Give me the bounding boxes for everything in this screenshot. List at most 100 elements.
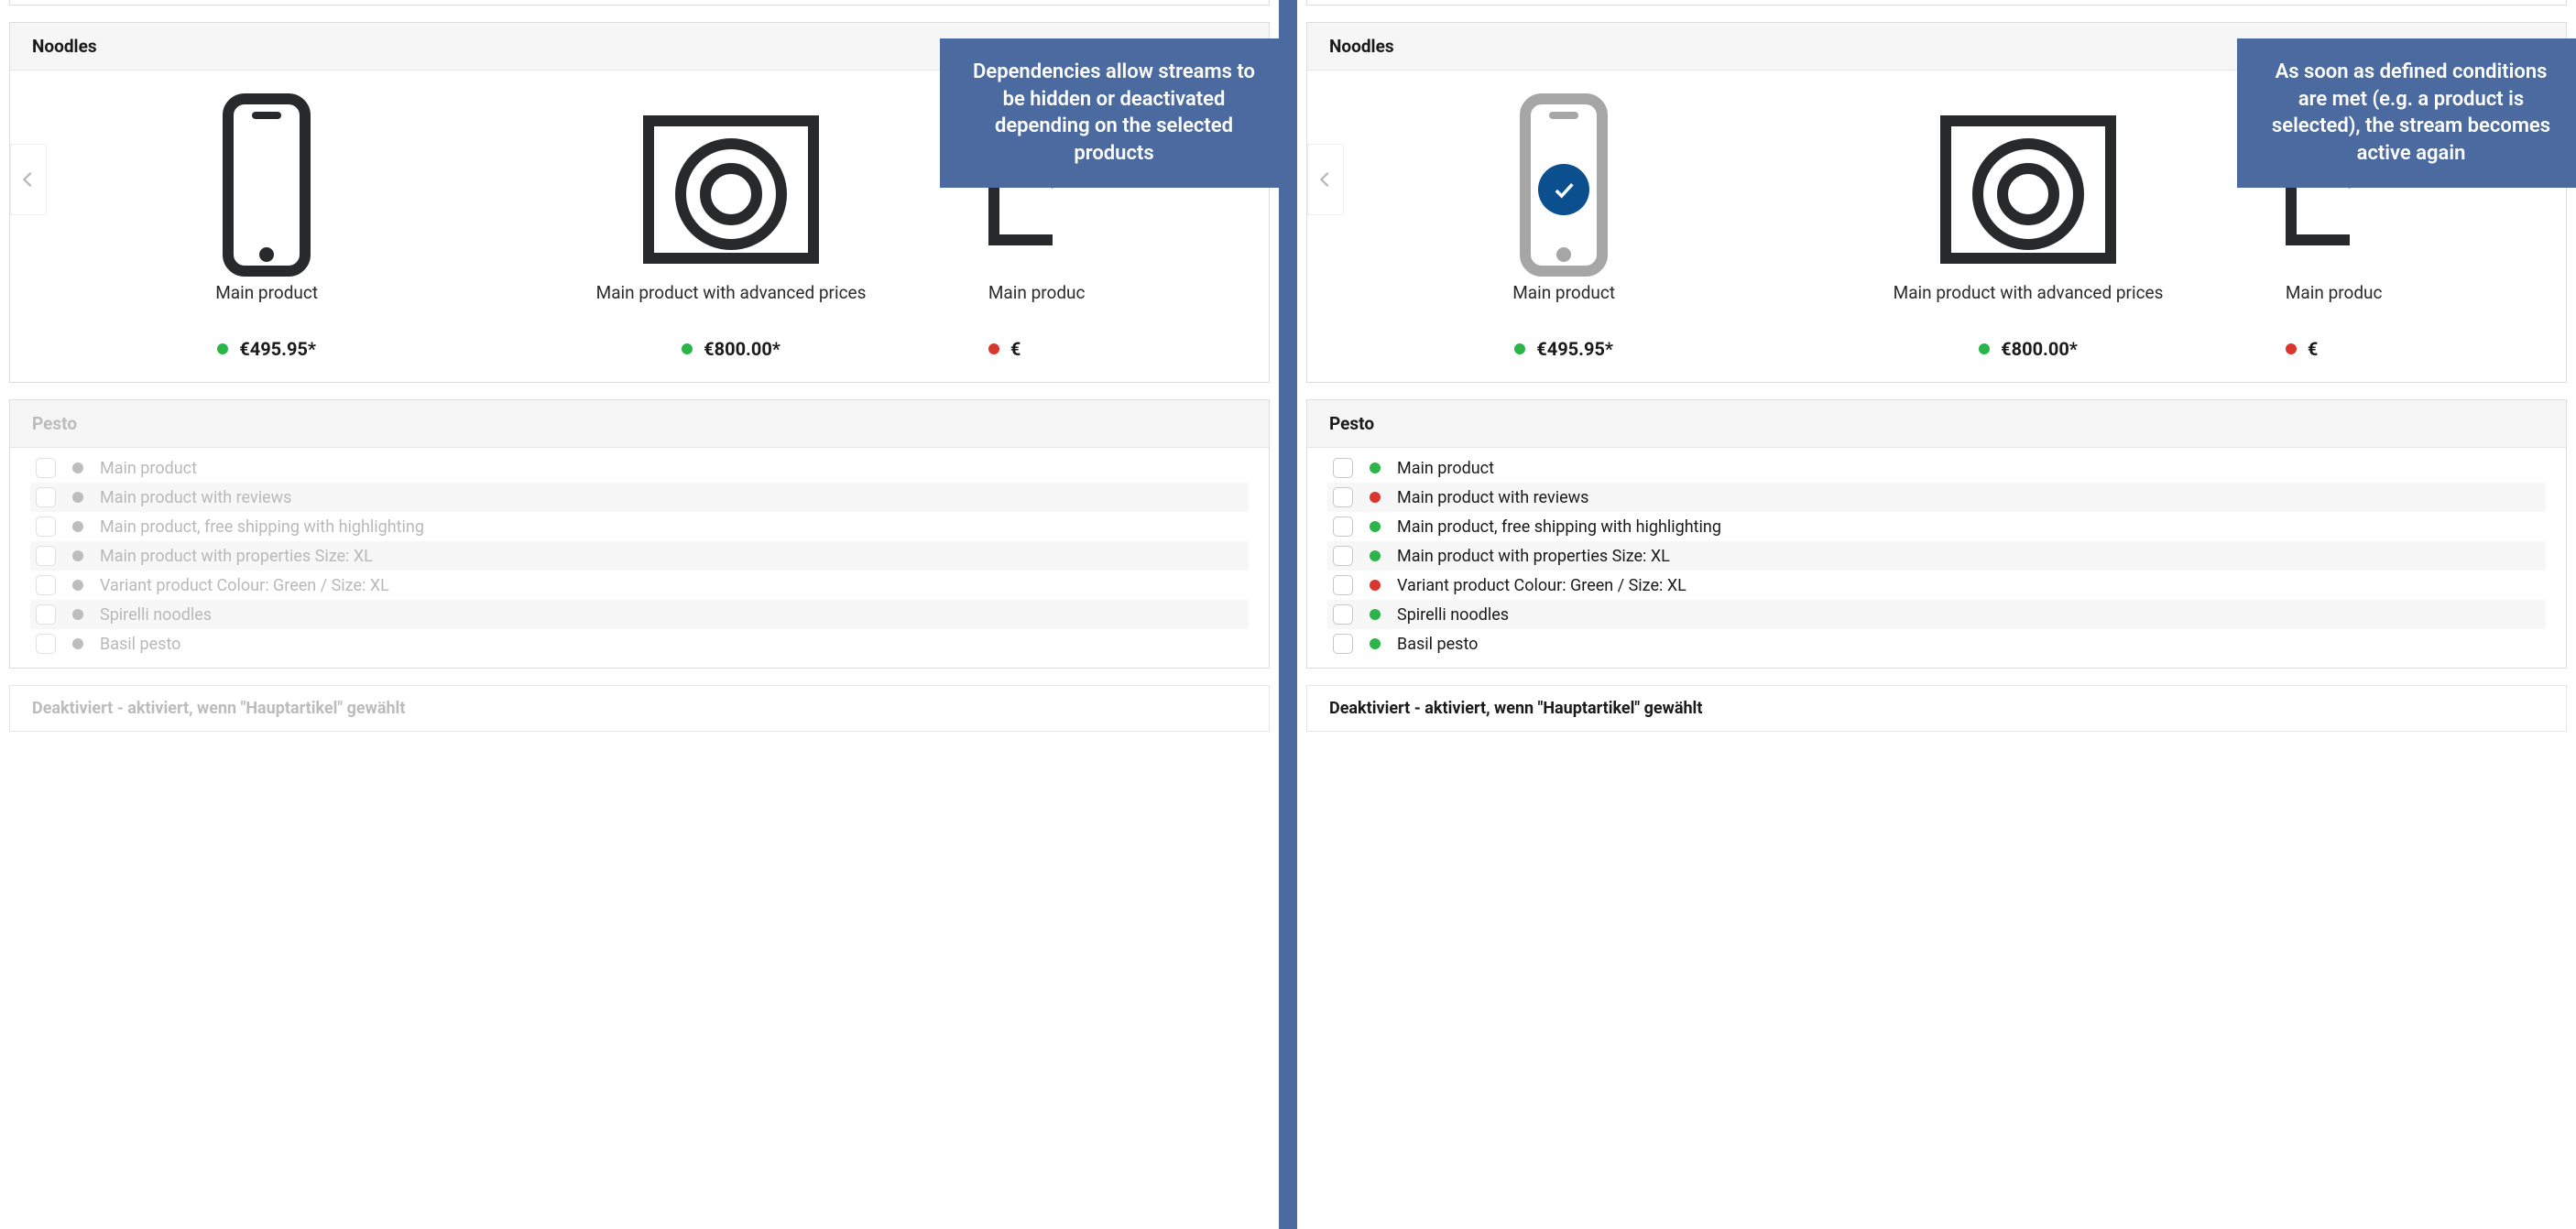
status-dot bbox=[1370, 521, 1381, 532]
list-item-label: Main product bbox=[100, 459, 197, 478]
list-item: Main product, free shipping with highlig… bbox=[30, 512, 1249, 541]
list-item[interactable]: Main product bbox=[1327, 453, 2546, 483]
product-name: Main product bbox=[60, 281, 474, 329]
status-dot bbox=[988, 343, 999, 354]
product-price: €800.00* bbox=[704, 338, 780, 360]
list-item: Spirelli noodles bbox=[30, 600, 1249, 629]
status-dot bbox=[1370, 580, 1381, 591]
card-strip bbox=[9, 0, 1270, 5]
status-dot bbox=[72, 492, 83, 503]
card-header-pesto: Pesto bbox=[1307, 400, 2566, 448]
checkbox[interactable] bbox=[1333, 634, 1353, 654]
status-dot bbox=[72, 609, 83, 620]
slider-prev[interactable] bbox=[1307, 144, 1344, 215]
checkbox[interactable] bbox=[36, 458, 56, 478]
list-item-label: Main product, free shipping with highlig… bbox=[100, 517, 424, 537]
checkbox[interactable] bbox=[36, 604, 56, 625]
list-item[interactable]: Main product, free shipping with highlig… bbox=[1327, 512, 2546, 541]
product-price-row: €800.00* bbox=[1796, 338, 2260, 360]
list-item-label: Main product, free shipping with highlig… bbox=[1397, 517, 1721, 537]
list-item-label: Main product with properties Size: XL bbox=[100, 547, 373, 566]
pane-right: As soon as defined conditions are met (e… bbox=[1297, 0, 2576, 1229]
pane-left: Dependencies allow streams to be hidden … bbox=[0, 0, 1279, 1229]
phone-icon bbox=[198, 93, 335, 277]
product-card[interactable]: Main product with advanced prices €800.0… bbox=[486, 82, 976, 360]
list-item[interactable]: Main product with reviews bbox=[1327, 483, 2546, 512]
status-dot bbox=[72, 462, 83, 473]
callout-left: Dependencies allow streams to be hidden … bbox=[940, 38, 1279, 188]
card-pesto-disabled: Pesto Main product Main product with rev… bbox=[9, 399, 1270, 669]
list-item-label: Basil pesto bbox=[1397, 635, 1478, 654]
product-price: € bbox=[1010, 338, 1021, 360]
card-deactivated: Deaktiviert - aktiviert, wenn "Hauptarti… bbox=[1306, 685, 2567, 732]
product-name: Main produc bbox=[988, 281, 1256, 329]
list-item: Main product bbox=[30, 453, 1249, 483]
list-item[interactable]: Main product with properties Size: XL bbox=[1327, 541, 2546, 571]
product-name: Main product bbox=[1357, 281, 1771, 329]
product-name: Main product with advanced prices bbox=[499, 281, 963, 329]
list-item-label: Variant product Colour: Green / Size: XL bbox=[100, 576, 389, 595]
list-item-label: Variant product Colour: Green / Size: XL bbox=[1397, 576, 1686, 595]
checkbox[interactable] bbox=[36, 487, 56, 507]
list-item-label: Main product with properties Size: XL bbox=[1397, 547, 1670, 566]
product-price: € bbox=[2308, 338, 2318, 360]
list-item-label: Basil pesto bbox=[100, 635, 180, 654]
status-dot bbox=[1370, 492, 1381, 503]
list-item: Main product with reviews bbox=[30, 483, 1249, 512]
split-divider bbox=[1279, 0, 1297, 1229]
card-header-pesto: Pesto bbox=[10, 400, 1269, 448]
product-price-row: € bbox=[2286, 338, 2553, 360]
status-dot bbox=[1370, 550, 1381, 561]
status-dot bbox=[217, 343, 228, 354]
checkbox[interactable] bbox=[1333, 575, 1353, 595]
card-strip bbox=[1306, 0, 2567, 5]
chevron-left-icon bbox=[1315, 169, 1336, 190]
status-dot bbox=[682, 343, 693, 354]
product-card-selected[interactable]: Main product €495.95* bbox=[1344, 82, 1784, 360]
status-dot bbox=[1979, 343, 1990, 354]
list-item: Main product with properties Size: XL bbox=[30, 541, 1249, 571]
status-dot bbox=[72, 550, 83, 561]
callout-right: As soon as defined conditions are met (e… bbox=[2237, 38, 2576, 188]
checkbox[interactable] bbox=[1333, 604, 1353, 625]
list-item[interactable]: Spirelli noodles bbox=[1327, 600, 2546, 629]
status-dot bbox=[72, 521, 83, 532]
checkbox[interactable] bbox=[1333, 517, 1353, 537]
status-dot bbox=[2286, 343, 2297, 354]
checkbox[interactable] bbox=[1333, 458, 1353, 478]
slider-prev[interactable] bbox=[10, 144, 47, 215]
list-item-label: Main product with reviews bbox=[100, 488, 291, 507]
list-item[interactable]: Variant product Colour: Green / Size: XL bbox=[1327, 571, 2546, 600]
product-card[interactable]: Main product with advanced prices €800.0… bbox=[1784, 82, 2273, 360]
status-dot bbox=[72, 580, 83, 591]
product-price-row: €495.95* bbox=[60, 338, 474, 360]
product-price-row: €495.95* bbox=[1357, 338, 1771, 360]
status-dot bbox=[72, 638, 83, 649]
card-pesto: Pesto Main product Main product with rev… bbox=[1306, 399, 2567, 669]
list-item-label: Spirelli noodles bbox=[100, 605, 212, 625]
product-price: €495.95* bbox=[1536, 338, 1613, 360]
list-item: Variant product Colour: Green / Size: XL bbox=[30, 571, 1249, 600]
product-price: €495.95* bbox=[239, 338, 316, 360]
list-item: Basil pesto bbox=[30, 629, 1249, 658]
selected-badge bbox=[1538, 164, 1589, 215]
checkbox[interactable] bbox=[36, 634, 56, 654]
card-deactivated: Deaktiviert - aktiviert, wenn "Hauptarti… bbox=[9, 685, 1270, 732]
check-icon bbox=[1551, 177, 1577, 202]
status-dot bbox=[1514, 343, 1525, 354]
camera-icon bbox=[1937, 93, 2120, 277]
chevron-left-icon bbox=[18, 169, 38, 190]
list-item-label: Main product with reviews bbox=[1397, 488, 1588, 507]
checkbox[interactable] bbox=[1333, 487, 1353, 507]
checkbox[interactable] bbox=[36, 546, 56, 566]
product-name: Main produc bbox=[2286, 281, 2553, 329]
checkbox[interactable] bbox=[36, 575, 56, 595]
status-dot bbox=[1370, 638, 1381, 649]
status-dot bbox=[1370, 609, 1381, 620]
checkbox[interactable] bbox=[1333, 546, 1353, 566]
checkbox[interactable] bbox=[36, 517, 56, 537]
list-item[interactable]: Basil pesto bbox=[1327, 629, 2546, 658]
camera-icon bbox=[639, 93, 823, 277]
product-card[interactable]: Main product €495.95* bbox=[47, 82, 486, 360]
list-item-label: Spirelli noodles bbox=[1397, 605, 1509, 625]
